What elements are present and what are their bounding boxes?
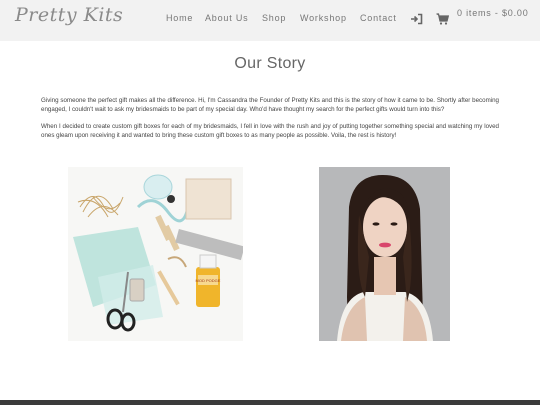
site-footer — [0, 400, 540, 405]
site-header: Pretty Kits Home About Us Shop Workshop … — [0, 0, 540, 41]
glue-bottle-label: MOD PODGE — [196, 278, 221, 283]
nav-shop[interactable]: Shop — [262, 13, 286, 23]
nav-about-us[interactable]: About Us — [205, 13, 248, 23]
cart-icon[interactable] — [436, 13, 449, 25]
story-paragraph-1: Giving someone the perfect gift makes al… — [41, 97, 499, 113]
founder-portrait-photo — [319, 167, 450, 341]
nav-contact[interactable]: Contact — [360, 13, 397, 23]
nav-workshop[interactable]: Workshop — [300, 13, 347, 23]
login-icon[interactable] — [410, 13, 423, 25]
site-logo[interactable]: Pretty Kits — [15, 4, 123, 26]
nav-home[interactable]: Home — [166, 13, 193, 23]
craft-supplies-photo: MOD PODGE — [68, 167, 243, 341]
cart-summary[interactable]: 0 items - $0.00 — [457, 8, 529, 18]
story-paragraph-2: When I decided to create custom gift box… — [41, 123, 499, 139]
page-title: Our Story — [234, 55, 306, 72]
